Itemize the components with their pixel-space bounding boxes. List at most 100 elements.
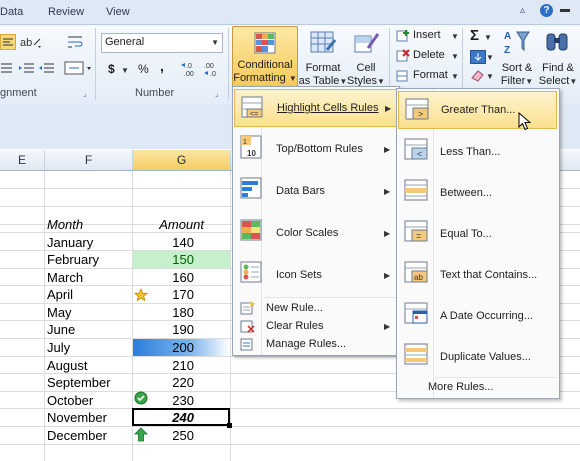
month-header-cell[interactable]: Month (47, 216, 83, 233)
minimize-ribbon-icon[interactable]: ▵ (520, 5, 525, 16)
amount-cell[interactable]: 140 (140, 234, 194, 251)
fill-handle[interactable] (227, 423, 232, 428)
submenu-item-text-contains[interactable]: ab Text that Contains... (398, 255, 557, 293)
submenu-arrow-icon: ▶ (384, 145, 391, 154)
align-left-button[interactable] (0, 34, 16, 50)
orientation-button[interactable]: ab (20, 35, 44, 52)
wrap-text-button[interactable] (66, 34, 84, 53)
amount-cell[interactable]: 180 (140, 304, 194, 321)
month-cell[interactable]: July (47, 339, 70, 356)
number-format-value: General (105, 36, 145, 48)
submenu-item-more-rules[interactable]: More Rules... (398, 378, 557, 396)
tab-view[interactable]: View (106, 6, 130, 18)
menu-item-top-bottom-rules[interactable]: 1 10 Top/Bottom Rules ▶ (234, 129, 397, 167)
amount-header-cell[interactable]: Amount (140, 216, 204, 233)
menu-item-clear-rules[interactable]: Clear Rules ▶ (234, 317, 397, 335)
column-header-f[interactable]: F (45, 150, 133, 170)
comma-style-button[interactable]: , (160, 58, 164, 74)
submenu-item-less-than[interactable]: < Less Than... (398, 132, 557, 170)
tab-data[interactable]: Data (0, 6, 23, 18)
amount-cell[interactable]: 210 (140, 357, 194, 374)
amount-cell[interactable]: 250 (140, 427, 194, 444)
amount-cell[interactable]: 200 (140, 339, 194, 356)
minimize-window-icon[interactable]: ▬ (560, 4, 570, 15)
decrease-decimal-button[interactable]: .00.0 (202, 60, 222, 81)
chevron-down-icon[interactable]: ▼ (486, 53, 494, 62)
svg-text:ab: ab (20, 37, 32, 49)
conditional-formatting-button[interactable]: Conditional Formatting ▼ (232, 26, 298, 88)
svg-text:.0: .0 (186, 63, 192, 70)
chevron-down-icon: ▼ (211, 38, 219, 47)
menu-item-manage-rules[interactable]: Manage Rules... (234, 335, 397, 353)
svg-text:.00: .00 (184, 71, 194, 78)
menu-item-data-bars[interactable]: Data Bars ▶ (234, 171, 397, 209)
find-select-button[interactable]: Find & Select▼ (538, 28, 578, 87)
indent-icon (19, 63, 54, 73)
percent-button[interactable]: % (138, 62, 149, 76)
submenu-item-label: Text that Contains... (440, 269, 538, 281)
month-cell[interactable]: September (47, 374, 111, 391)
month-cell[interactable]: November (47, 409, 107, 426)
equal-to-icon: = (404, 220, 428, 242)
sort-filter-button[interactable]: A Z Sort & Filter▼ (497, 28, 537, 87)
increase-decimal-button[interactable]: .0.00 (180, 60, 200, 81)
submenu-item-label: Between... (440, 187, 492, 199)
submenu-item-date-occurring[interactable]: A Date Occurring... (398, 296, 557, 334)
chevron-down-icon[interactable]: ▼ (121, 66, 129, 75)
menu-item-color-scales[interactable]: Color Scales ▶ (234, 213, 397, 251)
month-cell[interactable]: June (47, 321, 75, 338)
amount-cell[interactable]: 160 (140, 269, 194, 286)
month-cell[interactable]: August (47, 357, 87, 374)
number-format-dropdown[interactable]: General ▼ (101, 33, 223, 53)
amount-cell[interactable]: 150 (140, 251, 194, 268)
submenu-arrow-icon: ▶ (384, 229, 391, 238)
menu-item-label: Top/Bottom Rules (276, 143, 363, 155)
text-contains-icon: ab (404, 261, 428, 283)
submenu-item-duplicate-values[interactable]: Duplicate Values... (398, 337, 557, 375)
format-as-table-button[interactable]: Format as Table▼ (298, 28, 348, 87)
submenu-item-label: Equal To... (440, 228, 492, 240)
amount-cell[interactable]: 230 (140, 392, 194, 409)
clear-button[interactable] (470, 68, 486, 85)
help-icon[interactable]: ? (540, 4, 553, 17)
amount-cell[interactable]: 190 (140, 321, 194, 338)
submenu-item-between[interactable]: Between... (398, 173, 557, 211)
month-cell[interactable]: April (47, 286, 73, 303)
chevron-down-icon[interactable]: ▼ (486, 72, 494, 81)
alignment-dialog-launcher-icon[interactable]: ⌟ (83, 89, 87, 98)
amount-cell[interactable]: 170 (140, 286, 194, 303)
month-cell[interactable]: January (47, 234, 93, 251)
submenu-item-greater-than[interactable]: > Greater Than... (398, 91, 557, 129)
amount-cell-active[interactable]: 240 (140, 409, 194, 426)
tab-review[interactable]: Review (48, 6, 84, 18)
amount-cell[interactable]: 220 (140, 374, 194, 391)
indent-buttons[interactable] (18, 60, 58, 79)
submenu-item-equal-to[interactable]: = Equal To... (398, 214, 557, 252)
increase-decimal-icon: .0.00 (181, 63, 194, 78)
decrease-indent-button[interactable] (0, 60, 14, 79)
month-cell[interactable]: February (47, 251, 99, 268)
clear-rules-icon (240, 320, 255, 333)
column-header-e[interactable]: E (0, 150, 45, 170)
month-cell[interactable]: March (47, 269, 83, 286)
cell-styles-button[interactable]: Cell Styles▼ (346, 28, 386, 87)
format-as-table-icon (310, 31, 336, 53)
grid-line (230, 171, 231, 461)
fill-button[interactable] (470, 50, 486, 64)
autosum-button[interactable]: Σ (470, 27, 479, 44)
cell-styles-icon (354, 33, 380, 53)
insert-cells-icon (396, 30, 409, 42)
currency-button[interactable]: $ (108, 62, 115, 76)
menu-item-icon-sets[interactable]: Icon Sets ▶ (234, 255, 397, 293)
number-dialog-launcher-icon[interactable]: ⌟ (215, 89, 219, 98)
merge-center-button[interactable] (64, 60, 92, 79)
chevron-down-icon[interactable]: ▼ (484, 33, 492, 42)
menu-item-highlight-cells-rules[interactable]: <= Highlight Cells Rules ▶ (234, 89, 397, 127)
month-cell[interactable]: October (47, 392, 93, 409)
menu-item-new-rule[interactable]: New Rule... (234, 299, 397, 317)
month-cell[interactable]: December (47, 427, 107, 444)
insert-label: Insert (413, 29, 441, 41)
column-header-g[interactable]: G (133, 150, 231, 170)
month-cell[interactable]: May (47, 304, 72, 321)
menu-item-label: Color Scales (276, 227, 339, 239)
